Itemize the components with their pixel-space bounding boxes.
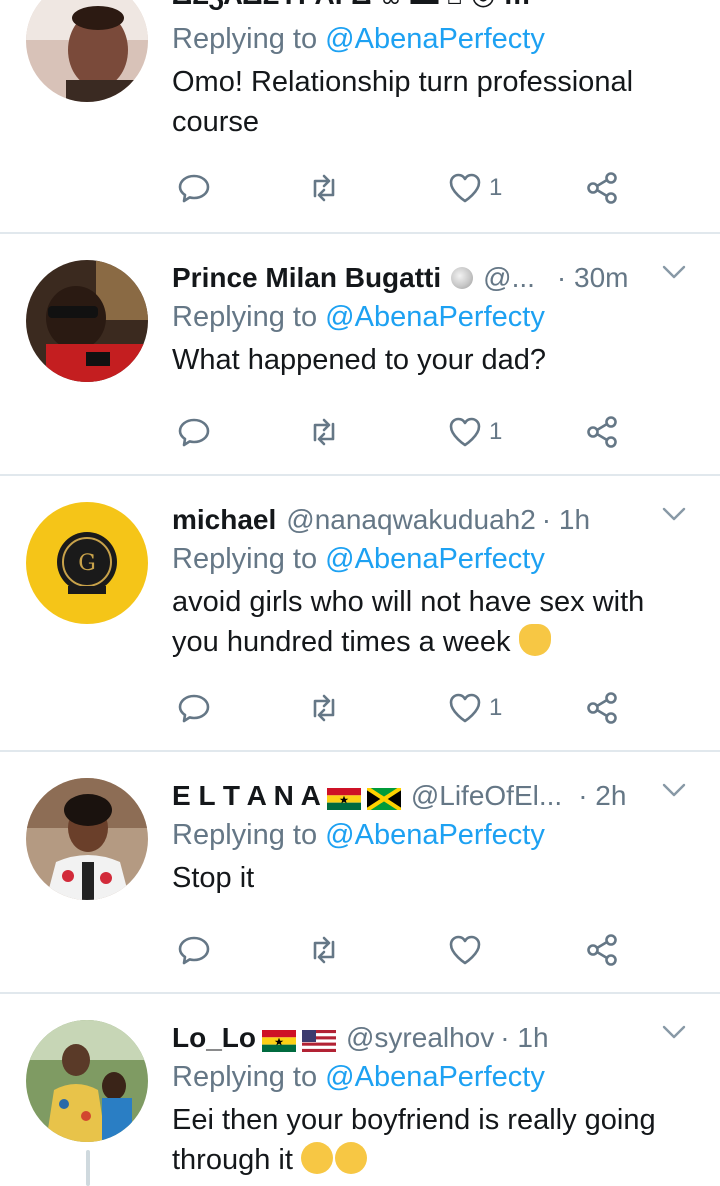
share-button[interactable]	[584, 686, 620, 730]
share-button[interactable]	[584, 410, 620, 454]
reply-button[interactable]	[176, 928, 212, 972]
tweet-item[interactable]: ΔΣʒΛΔΣΥΡΑΡΔ ❀ ▬ ⌂ ◎ … Replying to @Abena…	[0, 0, 720, 232]
reply-icon	[178, 174, 210, 203]
replying-to: Replying to @AbenaPerfecty	[172, 298, 700, 336]
avatar[interactable]	[26, 0, 148, 102]
ok-hand-emoji-icon	[518, 624, 551, 656]
tweet-text-body: Eei then your boyfriend is really going …	[172, 1104, 656, 1176]
heart-icon	[449, 935, 481, 965]
share-icon	[587, 692, 617, 724]
like-button[interactable]	[447, 928, 489, 972]
retweet-button[interactable]	[306, 166, 342, 210]
replying-label: Replying to	[172, 301, 318, 333]
replying-to: Replying to @AbenaPerfecty	[172, 816, 700, 854]
svg-text:G: G	[78, 551, 96, 576]
joy-emoji-icon	[334, 1142, 367, 1174]
tweet-item[interactable]: Prince Milan Bugatti @... · 30m Replying…	[0, 234, 720, 474]
tweet-header: E L T A N A @LifeOfEl... · 2h	[172, 776, 700, 816]
tweet-header: Lo_Lo @syrealhov · 1h	[172, 1018, 700, 1058]
timestamp[interactable]: · 2h	[578, 780, 626, 812]
display-name[interactable]: E L T A N A	[172, 780, 321, 812]
retweet-icon	[313, 694, 335, 722]
share-button[interactable]	[584, 928, 620, 972]
replying-to: Replying to @AbenaPerfecty	[172, 540, 700, 578]
display-name[interactable]: Prince Milan Bugatti	[172, 262, 441, 294]
usa-flag-icon	[302, 1027, 336, 1052]
chevron-down-icon[interactable]	[662, 264, 686, 280]
reply-button[interactable]	[176, 410, 212, 454]
tweet-text: Omo! Relationship turn professional cour…	[172, 66, 634, 138]
avatar[interactable]: G	[26, 502, 148, 624]
jamaica-flag-icon	[365, 785, 402, 812]
mention-link[interactable]: @AbenaPerfecty	[325, 543, 545, 575]
handle[interactable]: @nanaqwakuduah2	[286, 504, 536, 536]
reply-button[interactable]	[176, 686, 212, 730]
tweet-text: What happened to your dad?	[172, 344, 547, 376]
like-button[interactable]: 1	[447, 410, 502, 454]
share-icon	[587, 172, 617, 204]
tweet-header: Prince Milan Bugatti @... · 30m	[172, 258, 700, 298]
like-button[interactable]: 1	[447, 686, 502, 730]
timestamp[interactable]: · 30m	[557, 262, 629, 294]
share-button[interactable]	[584, 166, 620, 210]
timestamp[interactable]: · 1h	[542, 504, 590, 536]
like-count: 1	[489, 174, 503, 201]
tweet-text: Eei then your boyfriend is really going …	[172, 1100, 692, 1180]
handle[interactable]: @...	[483, 262, 535, 294]
retweet-icon	[313, 418, 335, 446]
heart-icon	[449, 173, 481, 203]
badge-icon	[451, 267, 474, 289]
tweet-text-body: avoid girls who will not have sex with y…	[172, 586, 645, 658]
heart-icon	[449, 417, 481, 447]
tweet-header: michael @nanaqwakuduah2 · 1h	[172, 500, 700, 540]
chevron-down-icon[interactable]	[662, 1024, 686, 1040]
handle[interactable]: @LifeOfEl...	[411, 780, 562, 812]
avatar[interactable]	[26, 778, 148, 900]
replying-to: Replying to @AbenaPerfecty	[172, 1058, 700, 1096]
reply-button[interactable]	[176, 166, 212, 210]
display-name[interactable]: Lo_Lo	[172, 1022, 256, 1054]
mention-link[interactable]: @AbenaPerfecty	[325, 301, 545, 333]
retweet-icon	[313, 936, 335, 964]
retweet-button[interactable]	[306, 686, 342, 730]
timestamp[interactable]: · 1h	[500, 1022, 548, 1054]
mention-link[interactable]: @AbenaPerfecty	[325, 1061, 545, 1093]
replying-label: Replying to	[172, 23, 318, 55]
replying-label: Replying to	[172, 819, 318, 851]
retweet-button[interactable]	[306, 410, 342, 454]
share-icon	[587, 416, 617, 448]
like-button[interactable]: 1	[447, 166, 502, 210]
handle[interactable]: @syrealhov	[346, 1022, 494, 1054]
reply-icon	[178, 936, 210, 965]
tweet-text: Stop it	[172, 862, 255, 894]
tweet-item[interactable]: G michael @nanaqwakuduah2 · 1h Replying …	[0, 476, 720, 750]
retweet-button[interactable]	[306, 928, 342, 972]
mention-link[interactable]: @AbenaPerfecty	[325, 23, 545, 55]
mention-link[interactable]: @AbenaPerfecty	[325, 819, 545, 851]
like-count: 1	[489, 418, 503, 445]
ghana-flag-icon	[326, 785, 361, 810]
tweet-item[interactable]: E L T A N A @LifeOfEl... · 2h Replying t…	[0, 752, 720, 992]
replying-label: Replying to	[172, 1061, 318, 1093]
tweet-item[interactable]: Lo_Lo @syrealhov · 1h Replying to @Abena…	[0, 994, 720, 1186]
retweet-icon	[313, 174, 335, 202]
reply-icon	[178, 418, 210, 447]
share-icon	[587, 934, 617, 966]
tweet-text: avoid girls who will not have sex with y…	[172, 582, 682, 662]
thread-line	[86, 1150, 90, 1186]
heart-icon	[449, 693, 481, 723]
rofl-emoji-icon	[300, 1142, 333, 1174]
replying-label: Replying to	[172, 543, 318, 575]
replying-to: Replying to @AbenaPerfecty	[172, 20, 700, 58]
reply-icon	[178, 694, 210, 723]
like-count: 1	[489, 694, 503, 721]
chevron-down-icon[interactable]	[662, 782, 686, 798]
ghana-flag-icon	[262, 1027, 296, 1052]
display-name[interactable]: michael	[172, 504, 276, 536]
chevron-down-icon[interactable]	[662, 506, 686, 522]
avatar[interactable]	[26, 1020, 148, 1142]
avatar[interactable]	[26, 260, 148, 382]
